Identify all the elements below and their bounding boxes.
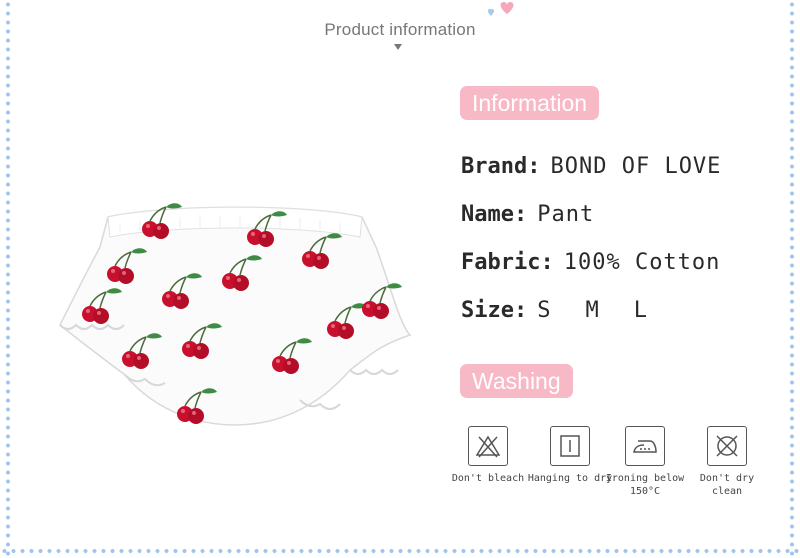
- hearts-icon: [487, 2, 514, 16]
- care-label: Don't dry clean: [699, 473, 755, 497]
- size-s: S: [537, 298, 552, 323]
- information-section-label: Information: [460, 86, 600, 120]
- size-values: SML: [537, 298, 682, 323]
- size-m: M: [585, 298, 600, 323]
- iron-icon: [625, 426, 665, 466]
- left-heart-border: [3, 0, 13, 558]
- washing-section-label: Washing: [460, 364, 573, 398]
- size-row: Size: S M L: [461, 298, 682, 323]
- fabric-key: Fabric:: [461, 250, 554, 275]
- care-item-iron: Ironing below 150°C: [600, 426, 690, 498]
- care-item-no-bleach: Don't bleach: [443, 426, 533, 485]
- right-heart-border: [787, 0, 797, 558]
- brand-key: Brand:: [461, 154, 541, 179]
- name-key: Name:: [461, 202, 528, 227]
- header-title: Product information: [324, 20, 476, 39]
- size-l: L: [633, 298, 648, 323]
- hang-dry-icon: [550, 426, 590, 466]
- care-label: Ironing below 150°C: [605, 473, 685, 497]
- size-key: Size:: [461, 298, 528, 323]
- name-value: Pant: [537, 202, 595, 227]
- product-image: [59, 202, 412, 426]
- brand-row: Brand: BOND OF LOVE: [461, 154, 721, 179]
- bottom-heart-border: [0, 547, 800, 555]
- caret-down-icon: [394, 44, 402, 50]
- fabric-value: 100% Cotton: [563, 250, 721, 275]
- no-bleach-icon: [468, 426, 508, 466]
- care-item-no-dry-clean: Don't dry clean: [682, 426, 772, 498]
- care-label: Don't bleach: [451, 473, 525, 484]
- no-dry-clean-icon: [707, 426, 747, 466]
- fabric-row: Fabric: 100% Cotton: [461, 250, 720, 275]
- brand-value: BOND OF LOVE: [550, 154, 722, 179]
- name-row: Name: Pant: [461, 202, 594, 227]
- header: Product information: [0, 20, 800, 40]
